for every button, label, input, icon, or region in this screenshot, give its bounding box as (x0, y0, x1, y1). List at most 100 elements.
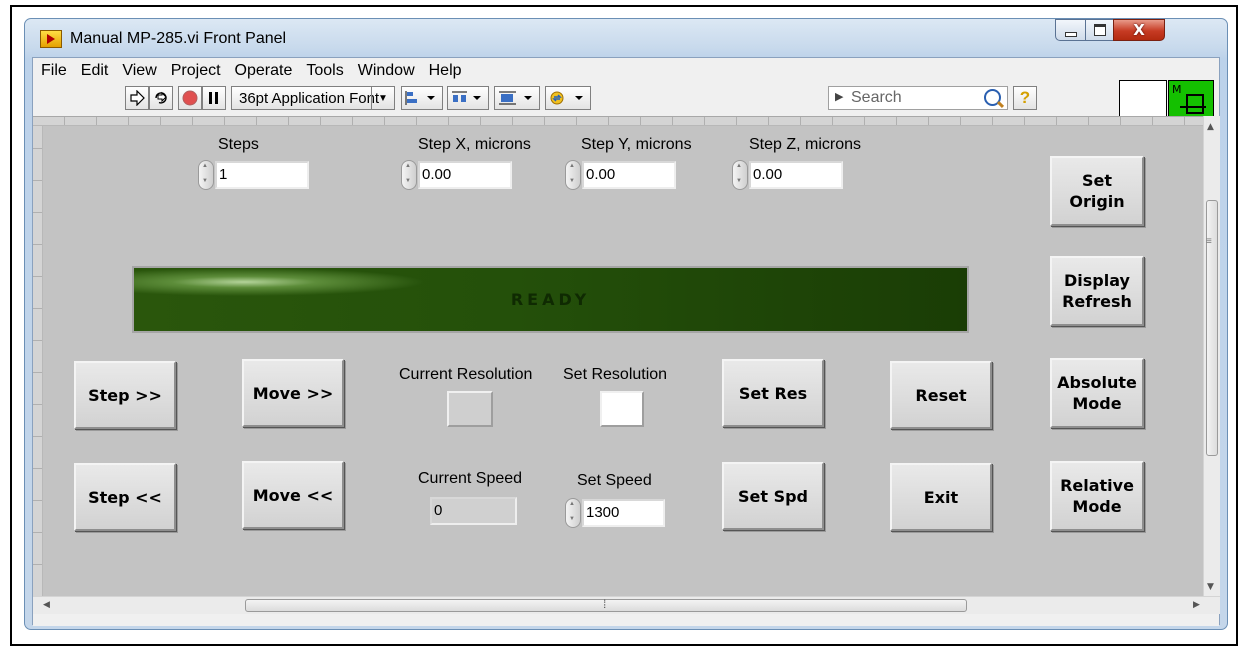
front-panel: Steps 1 Step X, microns 0.00 Step Y, mic… (43, 126, 1203, 596)
step-y-input[interactable]: 0.00 (582, 161, 676, 189)
minimize-button[interactable] (1055, 19, 1086, 41)
resize-objects-button[interactable] (494, 86, 540, 110)
steps-input[interactable]: 1 (215, 161, 309, 189)
exit-button[interactable]: Exit (890, 463, 992, 531)
scroll-down-icon[interactable]: ▼ (1207, 582, 1214, 592)
step-back-label: Step << (88, 487, 162, 507)
current-resolution-label: Current Resolution (399, 366, 533, 383)
search-input[interactable]: ▶ Search (828, 86, 1008, 110)
relative-mode-button[interactable]: Relative Mode (1050, 461, 1144, 531)
status-bar (33, 614, 1219, 626)
window-title: Manual MP-285.vi Front Panel (70, 30, 287, 47)
horizontal-grip-icon: ⁞ (603, 597, 607, 611)
align-objects-icon (405, 91, 435, 105)
set-origin-label: Set Origin (1069, 171, 1125, 211)
run-continuously-button[interactable] (149, 86, 173, 110)
menu-window[interactable]: Window (351, 62, 422, 80)
close-icon: X (1133, 21, 1145, 39)
move-back-button[interactable]: Move << (242, 461, 344, 529)
current-speed-indicator: 0 (430, 497, 517, 525)
status-indicator: READY (132, 266, 969, 333)
move-forward-button[interactable]: Move >> (242, 359, 344, 427)
menu-view[interactable]: View (115, 62, 163, 80)
set-spd-button[interactable]: Set Spd (722, 462, 824, 530)
current-resolution-indicator (447, 391, 493, 427)
search-placeholder: Search (851, 89, 902, 106)
menu-file[interactable]: File (33, 62, 74, 80)
step-back-button[interactable]: Step << (74, 463, 176, 531)
set-res-button[interactable]: Set Res (722, 359, 824, 427)
steps-label: Steps (218, 136, 259, 153)
vi-icon-glyph (1180, 94, 1206, 114)
horizontal-scroll-thumb[interactable]: ⁞ (245, 597, 967, 612)
reset-button[interactable]: Reset (890, 361, 992, 429)
labview-window: Manual MP-285.vi Front Panel X File Edit… (24, 18, 1228, 630)
display-refresh-button[interactable]: Display Refresh (1050, 256, 1144, 326)
search-expand-icon: ▶ (835, 91, 844, 103)
abort-button[interactable] (178, 86, 202, 110)
font-select[interactable]: 36pt Application Font ▼ (231, 86, 395, 110)
reorder-button[interactable] (545, 86, 591, 110)
status-text: READY (510, 290, 591, 309)
toolbar: 36pt Application Font ▼ ▶ Search ? M (33, 80, 1219, 128)
step-z-spinner[interactable] (732, 160, 748, 190)
run-continuously-icon (155, 91, 167, 104)
close-button[interactable]: X (1113, 19, 1165, 41)
current-speed-label: Current Speed (418, 470, 523, 487)
pause-icon (209, 92, 218, 104)
align-objects-button[interactable] (401, 86, 443, 110)
maximize-icon (1093, 24, 1106, 36)
scroll-right-icon[interactable]: ▶ (1193, 600, 1200, 610)
run-arrow-icon (130, 90, 145, 106)
menu-tools[interactable]: Tools (299, 62, 350, 80)
exit-label: Exit (923, 487, 959, 507)
set-resolution-control[interactable] (600, 391, 644, 427)
set-speed-label: Set Speed (577, 472, 652, 489)
steps-spinner[interactable] (198, 160, 214, 190)
step-z-label: Step Z, microns (749, 136, 862, 153)
help-question-icon: ? (1019, 88, 1031, 107)
menu-help[interactable]: Help (422, 62, 469, 80)
run-button[interactable] (125, 86, 149, 110)
scroll-up-icon[interactable]: ▲ (1207, 122, 1214, 132)
step-z-input[interactable]: 0.00 (749, 161, 843, 189)
pause-button[interactable] (202, 86, 226, 110)
vertical-grip-icon: ≡ (1206, 236, 1212, 247)
step-x-input[interactable]: 0.00 (418, 161, 512, 189)
distribute-objects-button[interactable] (447, 86, 489, 110)
menu-operate[interactable]: Operate (228, 62, 300, 80)
search-icon[interactable] (984, 89, 1001, 106)
set-speed-input[interactable]: 1300 (582, 499, 665, 527)
horizontal-scrollbar[interactable]: ◀ ⁞ ▶ (33, 596, 1220, 614)
reset-label: Reset (915, 385, 967, 405)
menu-bar: File Edit View Project Operate Tools Win… (33, 58, 1219, 84)
abort-stop-icon (182, 90, 198, 106)
context-help-button[interactable]: ? (1013, 86, 1037, 110)
vertical-ruler (33, 126, 43, 596)
font-select-value: 36pt Application Font (239, 89, 380, 107)
vi-icon-letter: M (1172, 83, 1182, 96)
move-back-label: Move << (252, 485, 334, 505)
set-speed-spinner[interactable] (565, 498, 581, 528)
set-res-label: Set Res (738, 383, 808, 403)
distribute-objects-icon (452, 91, 481, 102)
absolute-mode-label: Absolute Mode (1057, 373, 1137, 413)
step-forward-label: Step >> (88, 385, 162, 405)
absolute-mode-button[interactable]: Absolute Mode (1050, 358, 1144, 428)
vertical-scrollbar[interactable]: ▲ ≡ ▼ (1203, 116, 1220, 596)
chevron-down-icon: ▼ (371, 87, 394, 109)
step-forward-button[interactable]: Step >> (74, 361, 176, 429)
menu-project[interactable]: Project (164, 62, 228, 80)
set-origin-button[interactable]: Set Origin (1050, 156, 1144, 226)
maximize-button[interactable] (1085, 19, 1114, 41)
minimize-icon (1064, 31, 1077, 37)
scroll-left-icon[interactable]: ◀ (43, 600, 50, 610)
step-x-spinner[interactable] (401, 160, 417, 190)
set-resolution-label: Set Resolution (563, 366, 668, 383)
labview-app-icon (40, 30, 62, 48)
set-spd-label: Set Spd (737, 486, 809, 506)
step-x-label: Step X, microns (418, 136, 531, 153)
title-bar[interactable]: Manual MP-285.vi Front Panel X (25, 19, 1227, 57)
step-y-spinner[interactable] (565, 160, 581, 190)
menu-edit[interactable]: Edit (74, 62, 116, 80)
